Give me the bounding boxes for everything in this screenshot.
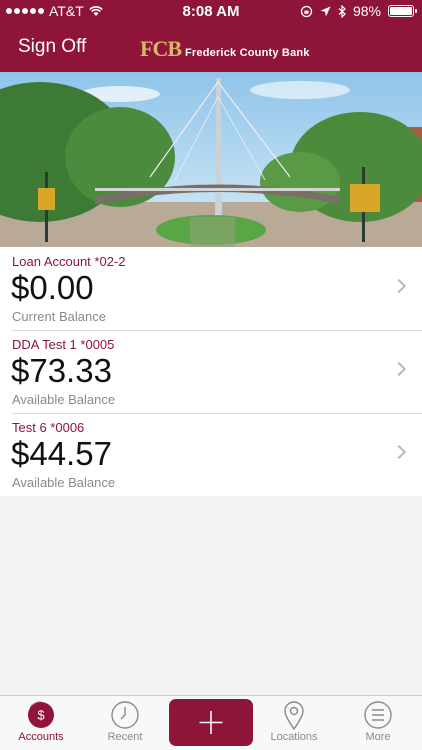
accounts-list: Loan Account *02-2 $0.00 Current Balance… bbox=[0, 247, 422, 496]
balance-label: Available Balance bbox=[12, 475, 116, 490]
account-name: Loan Account *02-2 bbox=[12, 254, 126, 269]
tab-recent[interactable]: Recent bbox=[85, 696, 165, 750]
tab-more[interactable]: More bbox=[337, 696, 419, 750]
tab-locations[interactable]: Locations bbox=[253, 696, 335, 750]
account-row[interactable]: Loan Account *02-2 $0.00 Current Balance bbox=[0, 247, 422, 330]
bank-logo: FCB Frederick County Bank bbox=[140, 36, 310, 62]
tab-accounts[interactable]: $ Accounts bbox=[0, 696, 82, 750]
account-balance: $44.57 bbox=[11, 435, 112, 472]
status-bar: AT&T 8:08 AM 98% bbox=[0, 0, 422, 22]
logo-text: Frederick County Bank bbox=[185, 47, 310, 59]
hero-banner-photo bbox=[0, 72, 422, 247]
balance-label: Available Balance bbox=[12, 392, 116, 407]
chevron-right-icon bbox=[391, 361, 407, 377]
tab-label: Locations bbox=[270, 731, 318, 743]
account-balance: $0.00 bbox=[11, 269, 94, 306]
tab-label: Recent bbox=[107, 731, 143, 743]
battery-percent: 98% bbox=[352, 3, 381, 19]
clock-icon bbox=[111, 701, 139, 729]
account-name: DDA Test 1 *0005 bbox=[12, 337, 115, 352]
balance-label: Current Balance bbox=[12, 309, 106, 324]
account-name: Test 6 *0006 bbox=[12, 420, 85, 435]
map-pin-icon bbox=[284, 701, 304, 730]
dollar-icon: $ bbox=[28, 701, 54, 728]
sign-off-button[interactable]: Sign Off bbox=[18, 36, 86, 58]
svg-text:$: $ bbox=[37, 708, 45, 723]
location-arrow-icon bbox=[320, 6, 331, 16]
app-header: AT&T 8:08 AM 98% Sign Off FCB Frederick … bbox=[0, 0, 422, 72]
system-indicators: 98% bbox=[300, 3, 417, 19]
account-balance: $73.33 bbox=[11, 352, 112, 389]
tab-bar: $ Accounts Recent Locations More bbox=[0, 695, 422, 750]
rotation-lock-icon bbox=[300, 5, 313, 17]
account-row[interactable]: Test 6 *0006 $44.57 Available Balance bbox=[0, 413, 422, 496]
bluetooth-icon bbox=[338, 4, 346, 18]
chevron-right-icon bbox=[391, 444, 407, 460]
plus-icon bbox=[199, 711, 223, 734]
chevron-right-icon bbox=[391, 278, 407, 294]
tab-label: Accounts bbox=[18, 731, 64, 743]
add-button[interactable] bbox=[169, 699, 253, 746]
menu-icon bbox=[364, 701, 392, 729]
battery-icon bbox=[388, 5, 417, 17]
tab-label: More bbox=[365, 731, 391, 743]
account-row[interactable]: DDA Test 1 *0005 $73.33 Available Balanc… bbox=[0, 330, 422, 413]
logo-mark: FCB bbox=[140, 36, 182, 61]
